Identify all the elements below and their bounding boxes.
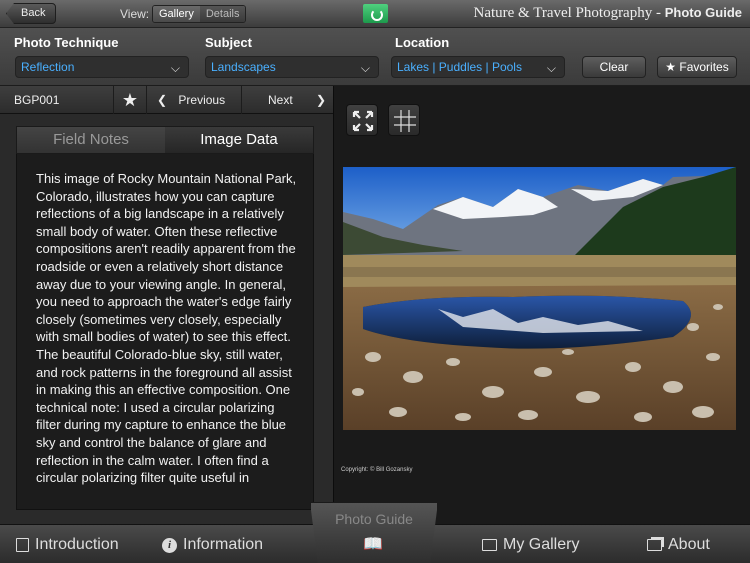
tab-field-notes[interactable]: Field Notes <box>17 127 165 153</box>
grid-icon <box>394 110 416 132</box>
tab-my-gallery-label: My Gallery <box>503 536 580 553</box>
notes-tabs: Field Notes Image Data <box>16 126 314 154</box>
tab-about-label: About <box>668 536 710 553</box>
image-nav-row: BGP001 ★ ❮ Previous Next ❯ <box>0 86 333 114</box>
tab-introduction[interactable]: Introduction <box>16 536 119 554</box>
landscape-photo[interactable] <box>343 167 736 430</box>
favorites-label: Favorites <box>679 60 729 74</box>
tab-photo-guide[interactable]: Photo Guide 📖 <box>310 502 438 563</box>
tab-my-gallery[interactable]: My Gallery <box>482 536 579 554</box>
subject-value: Landscapes <box>211 60 276 74</box>
photo-technique-select[interactable]: Reflection ⌵ <box>15 56 189 78</box>
clear-button[interactable]: Clear <box>582 56 646 78</box>
view-segmented-control: Gallery Details <box>152 5 247 23</box>
expand-arrows-icon <box>352 110 374 132</box>
tab-introduction-label: Introduction <box>35 536 119 553</box>
favorite-star-button[interactable]: ★ <box>113 86 146 114</box>
location-value: Lakes | Puddles | Pools <box>397 60 522 74</box>
book-icon: 📖 <box>363 536 383 553</box>
notes-panel: Field Notes Image Data This image of Roc… <box>0 114 333 524</box>
notes-scroll-area[interactable]: This image of Rocky Mountain National Pa… <box>16 154 314 510</box>
app-title-bold: Photo Guide <box>664 5 742 20</box>
image-id: BGP001 <box>14 93 60 107</box>
app-title: Nature & Travel Photography - Photo Guid… <box>473 5 742 22</box>
app-logo-icon <box>363 4 388 23</box>
view-details-option[interactable]: Details <box>199 6 246 22</box>
next-label: Next <box>268 93 293 107</box>
next-button[interactable]: Next ❯ <box>241 86 333 114</box>
photo-icon <box>482 539 497 551</box>
chevron-down-icon: ⌵ <box>546 61 556 75</box>
fullscreen-button[interactable] <box>346 104 378 136</box>
photo-technique-value: Reflection <box>21 60 75 74</box>
document-icon <box>16 538 29 552</box>
copyright-text: Copyright: © Bill Gozansky <box>341 467 413 473</box>
previous-label: Previous <box>178 93 226 107</box>
tab-image-data[interactable]: Image Data <box>165 127 313 153</box>
star-icon: ★ <box>121 90 139 110</box>
tab-about[interactable]: About <box>647 536 710 554</box>
previous-button[interactable]: ❮ Previous <box>146 86 241 114</box>
location-label: Location <box>395 35 450 50</box>
stacked-pages-icon <box>647 539 662 551</box>
chevron-down-icon: ⌵ <box>360 61 370 75</box>
image-panel: Copyright: © Bill Gozansky <box>333 86 750 524</box>
photo-technique-label: Photo Technique <box>14 35 119 50</box>
tab-photo-guide-label: Photo Guide <box>335 511 413 527</box>
notes-text: This image of Rocky Mountain National Pa… <box>36 171 297 486</box>
view-gallery-option[interactable]: Gallery <box>153 6 200 22</box>
subject-select[interactable]: Landscapes ⌵ <box>205 56 379 78</box>
filter-bar: Photo Technique Reflection ⌵ Subject Lan… <box>0 28 750 86</box>
tab-information-label: Information <box>183 536 264 553</box>
subject-label: Subject <box>205 35 252 50</box>
location-select[interactable]: Lakes | Puddles | Pools ⌵ <box>391 56 565 78</box>
app-title-text: Nature & Travel Photography - <box>473 5 661 21</box>
tab-information[interactable]: i Information <box>162 536 263 554</box>
star-icon: ★ <box>665 60 677 74</box>
title-bar: Back View: Gallery Details Nature & Trav… <box>0 0 750 28</box>
chevron-left-icon: ❮ <box>157 93 168 107</box>
chevron-right-icon: ❯ <box>316 93 327 107</box>
view-label: View: <box>120 7 150 21</box>
favorites-button[interactable]: ★ Favorites <box>657 56 737 78</box>
back-button[interactable]: Back <box>6 3 57 24</box>
info-icon: i <box>162 537 177 553</box>
chevron-down-icon: ⌵ <box>170 61 180 75</box>
grid-button[interactable] <box>388 104 420 136</box>
